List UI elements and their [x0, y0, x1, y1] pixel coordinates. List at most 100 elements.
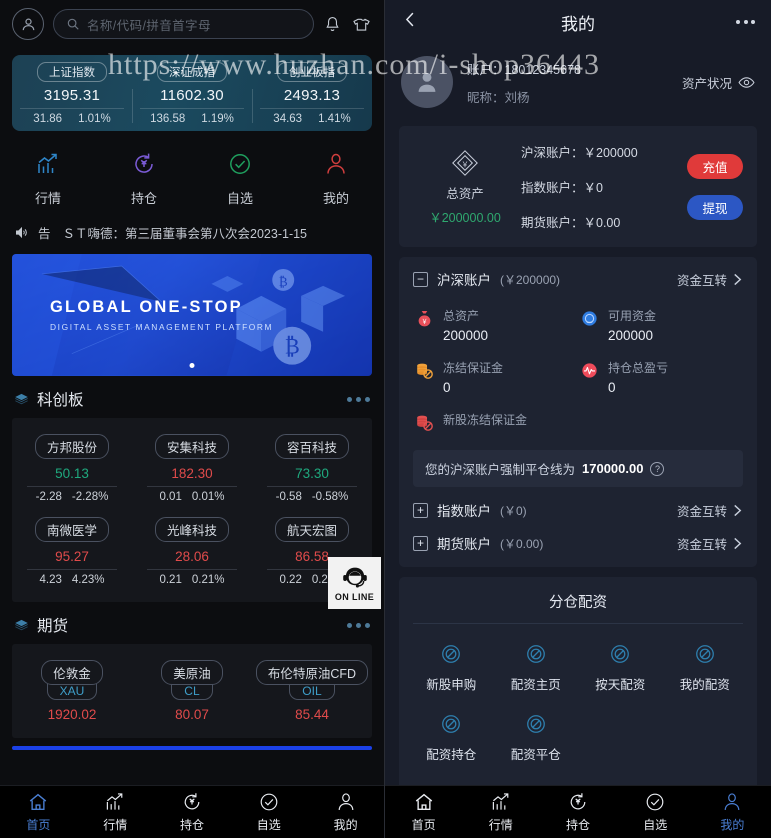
futures-price: 80.07: [175, 707, 209, 722]
futures-transfer-link[interactable]: 资金互转: [677, 534, 743, 553]
allocation-item-position[interactable]: 配资持仓: [409, 706, 494, 776]
plus-box-icon[interactable]: +: [413, 502, 428, 518]
index-name: 上证指数: [37, 61, 107, 82]
check-circle-icon: [230, 154, 250, 174]
asset-status-label: 资产状况: [681, 76, 732, 91]
index-transfer-link[interactable]: 资金互转: [677, 501, 743, 520]
spiral-icon: [526, 715, 545, 733]
divider: [146, 569, 238, 570]
index-account-balance: (￥0): [500, 503, 527, 518]
back-button[interactable]: [401, 10, 420, 34]
index-change: 34.63: [273, 112, 303, 125]
minus-box-icon[interactable]: −: [413, 271, 428, 287]
stat-label: 新股冻结保证金: [443, 413, 528, 427]
allocation-item-mine[interactable]: 我的配资: [663, 636, 748, 706]
tab-position[interactable]: 持仓: [154, 791, 231, 833]
tab-mine[interactable]: 我的: [694, 791, 771, 833]
stock-card[interactable]: 容百科技 73.30 -0.58 -0.58%: [252, 426, 372, 509]
quick-nav-item-watchlist[interactable]: 自选: [192, 151, 288, 207]
coin-blue-icon: [582, 311, 597, 326]
allocation-title: 分仓配资: [549, 595, 607, 611]
quick-nav-item-market[interactable]: 行情: [0, 151, 96, 207]
divider: [26, 486, 118, 487]
stock-card[interactable]: 光峰科技 28.06 0.21 0.21%: [132, 509, 252, 592]
notification-bell-button[interactable]: [323, 15, 342, 34]
tab-watchlist[interactable]: 自选: [617, 791, 694, 833]
withdraw-button[interactable]: 提现: [687, 194, 743, 220]
stock-card[interactable]: 安集科技 182.30 0.01 0.01%: [132, 426, 252, 509]
index-item[interactable]: 创业板指 2493.13 34.63 1.41%: [252, 55, 372, 131]
liquidation-prefix: 您的沪深账户强制平仓线为: [425, 463, 576, 477]
announcement-bar[interactable]: 告 ＳＴ嗨德：第三届董事会第八次会2023-1-15: [0, 221, 384, 252]
stock-card[interactable]: 南微医学 95.27 4.23 4.23%: [12, 509, 132, 592]
stock-card[interactable]: 方邦股份 50.13 -2.28 -2.28%: [12, 426, 132, 509]
hs-account-name: 沪深账户: [437, 273, 491, 288]
person-icon: [327, 153, 345, 174]
shop-shirt-button[interactable]: [351, 15, 372, 34]
svg-text:￥: ￥: [461, 159, 469, 168]
avatar[interactable]: [401, 56, 453, 108]
recharge-button[interactable]: 充值: [687, 153, 743, 179]
tab-label: 首页: [26, 818, 51, 832]
futures-account-row[interactable]: + 期货账户 (￥0.00) 资金互转: [413, 520, 743, 553]
futures-card[interactable]: 布伦特原油CFD OIL 85.44: [252, 652, 372, 728]
more-dots-icon[interactable]: [347, 396, 370, 402]
hs-transfer-link[interactable]: 资金互转: [677, 270, 743, 289]
chevron-left-icon: [405, 12, 414, 27]
more-dots-icon[interactable]: [347, 622, 370, 628]
tab-home[interactable]: 首页: [0, 791, 77, 833]
tab-position[interactable]: 持仓: [539, 791, 616, 833]
hs-account-header[interactable]: − 沪深账户 (￥200000) 资金互转: [413, 269, 743, 289]
futures-card[interactable]: 伦敦金 XAU 1920.02: [12, 652, 132, 728]
futures-name: 美原油: [161, 660, 223, 685]
search-input[interactable]: 名称/代码/拼音首字母: [53, 9, 314, 39]
total-assets-value: ￥200000.00: [429, 210, 501, 225]
tab-label: 持仓: [566, 818, 591, 832]
nickname-label: 昵称：: [467, 90, 505, 105]
stock-name: 容百科技: [274, 434, 349, 459]
allocation-item-home[interactable]: 配资主页: [494, 636, 579, 706]
stock-price: 95.27: [55, 549, 89, 564]
pulse-icon: [582, 363, 597, 378]
tab-mine[interactable]: 我的: [307, 791, 384, 833]
section-header-kechuang: 科创板: [0, 376, 384, 418]
quick-nav-item-position[interactable]: 持仓: [96, 151, 192, 207]
spiral-icon: [442, 715, 461, 733]
quick-nav-item-mine[interactable]: 我的: [288, 151, 384, 207]
user-avatar-button[interactable]: [12, 8, 44, 40]
question-icon[interactable]: ?: [650, 461, 665, 476]
stock-name: 安集科技: [154, 434, 229, 459]
balance-row-hs: 沪深账户：￥200000: [521, 146, 638, 160]
futures-name: 布伦特原油CFD: [255, 660, 369, 685]
stock-price: 50.13: [55, 466, 89, 481]
home-icon: [415, 793, 432, 811]
index-item[interactable]: 上证指数 3195.31 31.86 1.01%: [12, 55, 132, 131]
tab-market[interactable]: 行情: [462, 791, 539, 833]
account-value: 18012345678: [504, 62, 581, 77]
headset-icon: [342, 567, 367, 588]
futures-card[interactable]: 美原油 CL 80.07: [132, 652, 252, 728]
page-title: 我的: [561, 14, 595, 34]
allocation-item-new-share[interactable]: 新股申购: [409, 636, 494, 706]
index-item[interactable]: 深证成指 11602.30 136.58 1.19%: [132, 55, 252, 131]
more-dots-icon[interactable]: [736, 20, 755, 24]
stat-value: 0: [443, 380, 451, 395]
tab-market[interactable]: 行情: [77, 791, 154, 833]
check-circle-icon: [260, 793, 278, 811]
stock-price: 28.06: [175, 549, 209, 564]
divider: [413, 623, 743, 624]
allocation-item-close[interactable]: 配资平仓: [494, 706, 579, 776]
plus-box-icon[interactable]: +: [413, 535, 428, 551]
asset-status-toggle[interactable]: 资产状况: [682, 73, 755, 92]
futures-code: OIL: [289, 684, 335, 700]
banner-page-dot[interactable]: [189, 363, 195, 368]
promo-banner[interactable]: ₿ ₿ GLOBAL ONE-STOP DIGITAL ASSET MANAGE…: [12, 254, 372, 376]
allocation-item-daily[interactable]: 按天配资: [578, 636, 663, 706]
market-index-card[interactable]: 上证指数 3195.31 31.86 1.01% 深证成指 11602.30 1…: [12, 55, 372, 131]
online-support-button[interactable]: ON LINE: [328, 557, 381, 609]
tab-watchlist[interactable]: 自选: [230, 791, 307, 833]
banner-subtitle: DIGITAL ASSET MANAGEMENT PLATFORM: [50, 322, 274, 332]
tab-home[interactable]: 首页: [385, 791, 462, 833]
index-account-row[interactable]: + 指数账户 (￥0) 资金互转: [413, 487, 743, 520]
total-assets-block: ￥ 总资产 ￥200000.00: [413, 148, 517, 226]
